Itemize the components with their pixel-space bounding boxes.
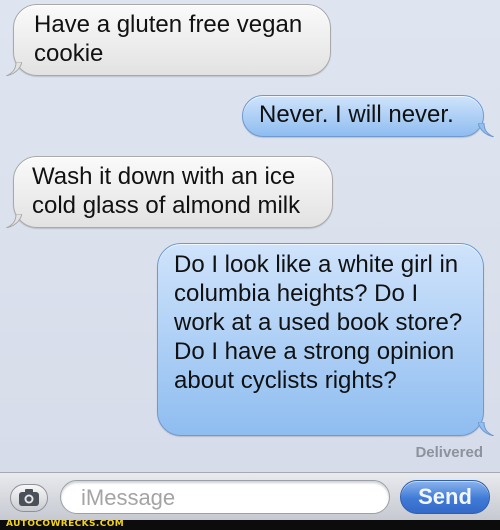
received-message-bubble: Have a gluten free vegan cookie xyxy=(13,4,331,76)
sent-message-bubble: Do I look like a white girl in columbia … xyxy=(157,243,484,436)
camera-button[interactable] xyxy=(10,484,48,512)
message-text: Wash it down with an ice cold glass of a… xyxy=(32,163,301,219)
bubble-tail xyxy=(6,214,22,228)
send-button[interactable]: Send xyxy=(400,480,490,514)
watermark-bar: AUTOCOWRECKS.COM xyxy=(0,519,500,530)
message-field[interactable] xyxy=(60,480,390,514)
message-input-bar: Send xyxy=(0,472,500,520)
message-thread[interactable]: Have a gluten free vegan cookie Never. I… xyxy=(0,0,500,472)
message-text: Have a gluten free vegan cookie xyxy=(34,11,303,67)
bubble-tail xyxy=(478,422,494,436)
message-input[interactable] xyxy=(79,483,383,513)
message-text: Do I look like a white girl in columbia … xyxy=(174,251,463,394)
bubble-tail xyxy=(6,62,22,76)
delivered-status: Delivered xyxy=(415,444,483,461)
message-text: Never. I will never. xyxy=(259,101,454,128)
watermark-logo: AUTOCOWRECKS.COM xyxy=(6,519,125,529)
received-message-bubble: Wash it down with an ice cold glass of a… xyxy=(13,156,333,228)
bubble-tail xyxy=(478,123,494,137)
sent-message-bubble: Never. I will never. xyxy=(242,95,484,137)
camera-icon xyxy=(19,489,39,506)
